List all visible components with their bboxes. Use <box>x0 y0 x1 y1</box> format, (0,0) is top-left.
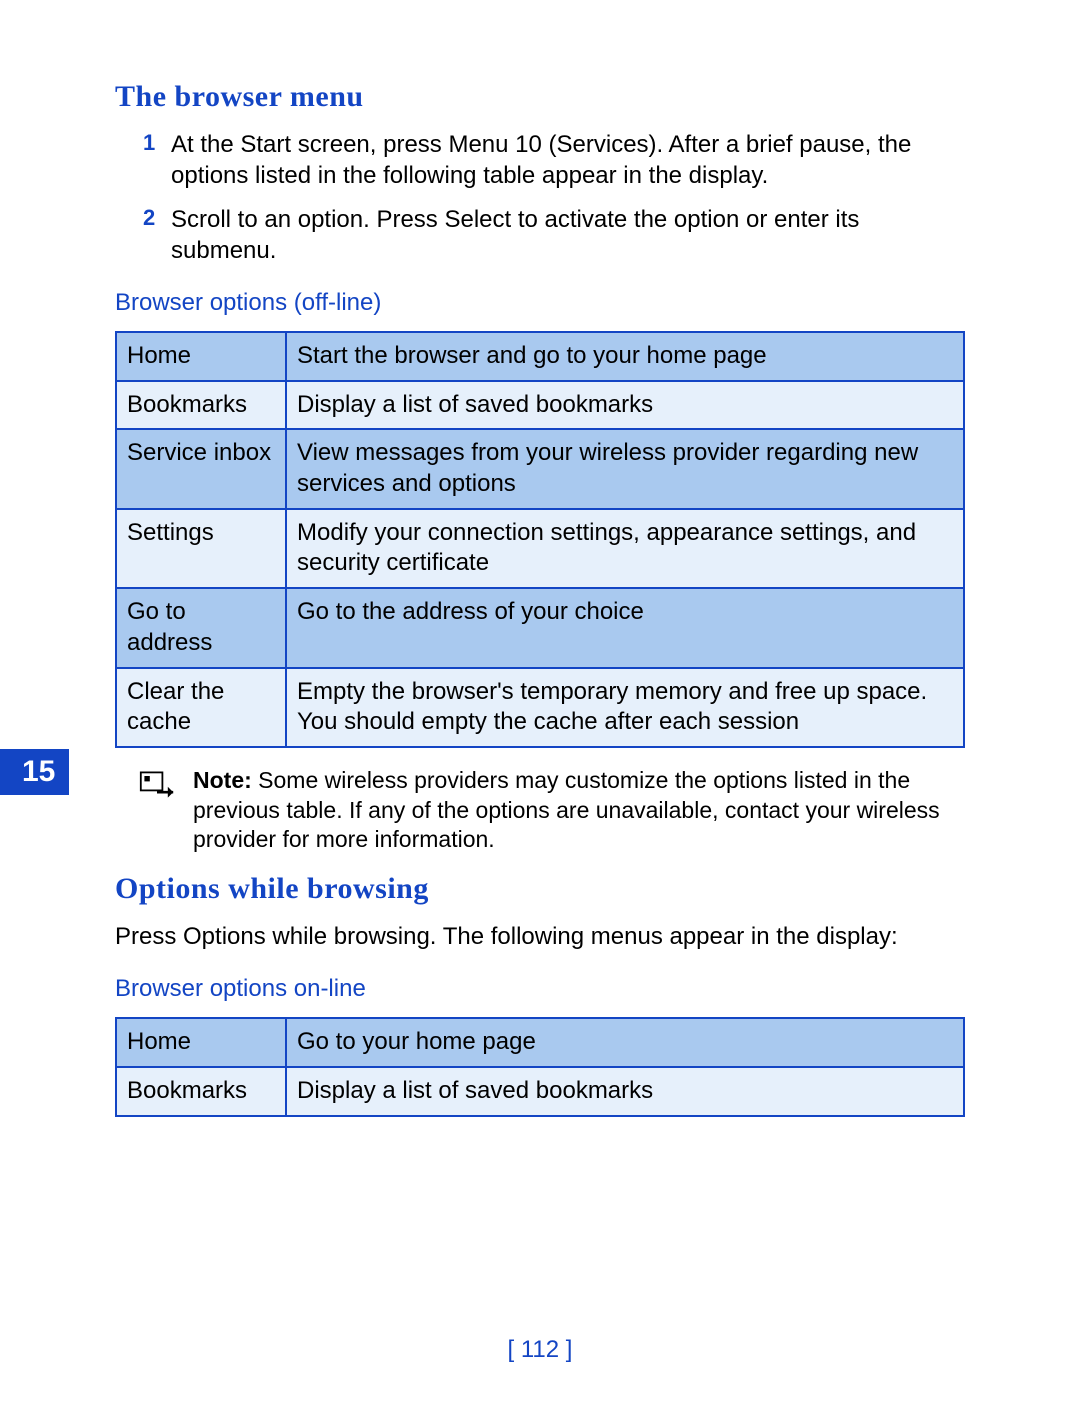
table-row: Home Start the browser and go to your ho… <box>116 332 964 381</box>
paragraph-options: Press Options while browsing. The follow… <box>115 922 965 953</box>
option-desc: Display a list of saved bookmarks <box>286 381 964 430</box>
option-label: Home <box>116 1018 286 1067</box>
table-row: Clear the cache Empty the browser's temp… <box>116 668 964 747</box>
option-label: Clear the cache <box>116 668 286 747</box>
table-row: Go to address Go to the address of your … <box>116 588 964 667</box>
option-label: Home <box>116 332 286 381</box>
option-desc: Go to your home page <box>286 1018 964 1067</box>
table-row: Bookmarks Display a list of saved bookma… <box>116 1067 964 1116</box>
table-offline-options: Home Start the browser and go to your ho… <box>115 331 965 748</box>
step-text: At the Start screen, press Menu 10 (Serv… <box>171 130 965 191</box>
option-label: Settings <box>116 509 286 588</box>
table-online-options: Home Go to your home page Bookmarks Disp… <box>115 1017 965 1116</box>
step-1: 1 At the Start screen, press Menu 10 (Se… <box>115 130 965 191</box>
option-desc: Go to the address of your choice <box>286 588 964 667</box>
table-row: Home Go to your home page <box>116 1018 964 1067</box>
heading-options-browsing: Options while browsing <box>115 872 965 906</box>
step-text: Scroll to an option. Press Select to act… <box>171 205 965 266</box>
note-icon <box>139 766 183 854</box>
table-caption-online: Browser options on-line <box>115 975 965 1003</box>
table-row: Service inbox View messages from your wi… <box>116 429 964 508</box>
option-desc: Display a list of saved bookmarks <box>286 1067 964 1116</box>
option-desc: View messages from your wireless provide… <box>286 429 964 508</box>
step-number: 2 <box>143 205 171 266</box>
note-label: Note: <box>193 767 258 793</box>
page-number: [ 112 ] <box>0 1336 1080 1364</box>
option-label: Service inbox <box>116 429 286 508</box>
note: Note: Some wireless providers may custom… <box>115 766 965 854</box>
option-label: Bookmarks <box>116 381 286 430</box>
option-label: Go to address <box>116 588 286 667</box>
table-caption-offline: Browser options (off-line) <box>115 289 965 317</box>
note-body: Some wireless providers may customize th… <box>193 767 940 852</box>
heading-browser-menu: The browser menu <box>115 80 965 114</box>
table-row: Settings Modify your connection settings… <box>116 509 964 588</box>
step-number: 1 <box>143 130 171 191</box>
option-label: Bookmarks <box>116 1067 286 1116</box>
option-desc: Modify your connection settings, appeara… <box>286 509 964 588</box>
note-text: Note: Some wireless providers may custom… <box>183 766 965 854</box>
step-2: 2 Scroll to an option. Press Select to a… <box>115 205 965 266</box>
table-row: Bookmarks Display a list of saved bookma… <box>116 381 964 430</box>
option-desc: Empty the browser's temporary memory and… <box>286 668 964 747</box>
option-desc: Start the browser and go to your home pa… <box>286 332 964 381</box>
